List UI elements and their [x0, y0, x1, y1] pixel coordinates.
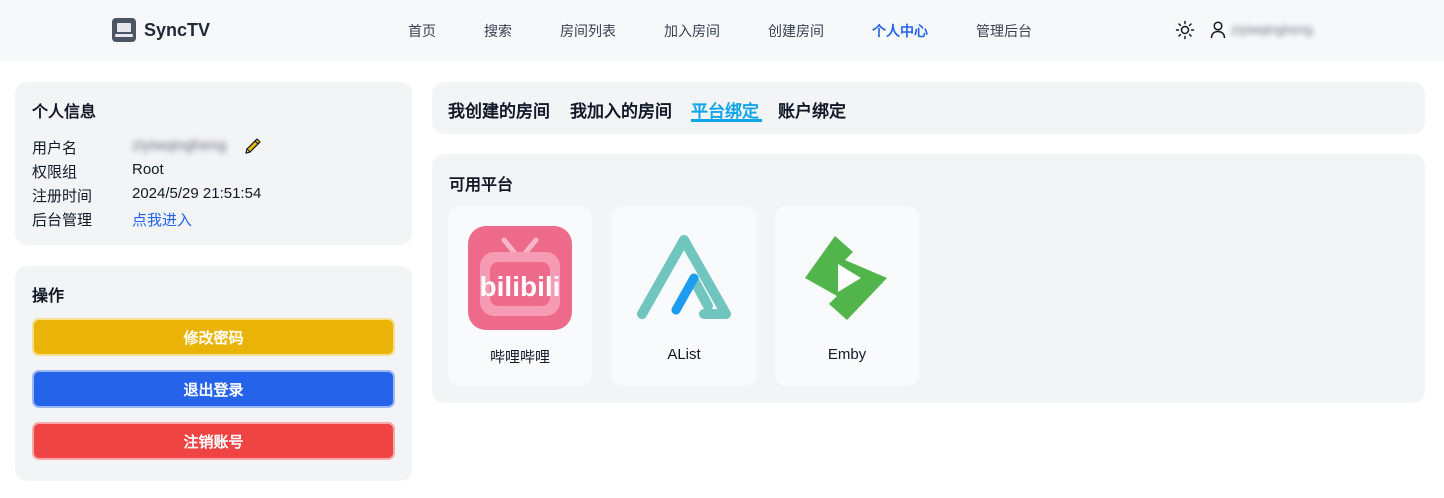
active-tab-indicator [691, 119, 762, 122]
nav-item-room-list[interactable]: 房间列表 [560, 21, 616, 41]
username-value: ziyiwqingheng [132, 137, 227, 154]
group-value: Root [132, 161, 164, 178]
pencil-icon[interactable] [243, 136, 263, 156]
nav-item-home[interactable]: 首页 [408, 21, 436, 41]
nav-item-admin[interactable]: 管理后台 [976, 21, 1032, 41]
registered-label: 注册时间 [32, 188, 93, 205]
admin-label: 后台管理 [32, 212, 93, 229]
main-nav: 首页 搜索 房间列表 加入房间 创建房间 个人中心 管理后台 [0, 0, 1444, 61]
svg-text:bilibili: bilibili [480, 271, 561, 302]
platform-label-alist: AList [667, 346, 701, 363]
nav-item-join-room[interactable]: 加入房间 [664, 21, 720, 41]
group-label: 权限组 [32, 164, 78, 181]
platform-label-bilibili: 哔哩哔哩 [489, 349, 550, 366]
nav-item-create-room[interactable]: 创建房间 [768, 21, 824, 41]
group-row: 权限组 Root [32, 161, 164, 182]
registered-row: 注册时间 2024/5/29 21:51:54 [32, 185, 261, 206]
admin-row: 后台管理 点我进入 [32, 209, 192, 230]
personal-info-title: 个人信息 [32, 104, 97, 121]
nav-item-profile[interactable]: 个人中心 [872, 21, 928, 41]
tab-account-binding[interactable]: 账户绑定 [778, 97, 846, 122]
platforms-card: 可用平台 bilibili 哔哩哔哩 AList Emby [432, 154, 1425, 403]
platform-alist[interactable]: AList [612, 206, 756, 386]
admin-link[interactable]: 点我进入 [132, 209, 192, 230]
tabs-card: 我创建的房间 我加入的房间 平台绑定 账户绑定 [432, 82, 1425, 134]
platforms-title: 可用平台 [449, 177, 514, 194]
personal-info-card: 个人信息 用户名 ziyiwqingheng 权限组 Root 注册时间 202… [15, 82, 412, 245]
top-navbar: SyncTV 首页 搜索 房间列表 加入房间 创建房间 个人中心 管理后台 zi… [0, 0, 1444, 61]
user-icon[interactable] [1210, 21, 1226, 39]
nav-username[interactable]: ziyiwqingheng [1231, 22, 1313, 37]
username-row: 用户名 ziyiwqingheng [32, 137, 226, 158]
tab-created-rooms[interactable]: 我创建的房间 [448, 97, 550, 122]
operations-card: 操作 修改密码 退出登录 注销账号 [15, 266, 412, 481]
platform-bilibili[interactable]: bilibili 哔哩哔哩 [448, 206, 592, 386]
emby-logo [805, 236, 887, 320]
nav-item-search[interactable]: 搜索 [484, 21, 512, 41]
sun-icon[interactable] [1175, 20, 1195, 40]
operations-title: 操作 [32, 288, 65, 305]
bilibili-logo: bilibili [468, 226, 572, 330]
username-label: 用户名 [32, 140, 78, 157]
platform-emby[interactable]: Emby [775, 206, 919, 386]
tab-joined-rooms[interactable]: 我加入的房间 [570, 97, 672, 122]
change-password-button[interactable]: 修改密码 [32, 318, 395, 356]
alist-logo [637, 235, 731, 319]
logout-button[interactable]: 退出登录 [32, 370, 395, 408]
platform-label-emby: Emby [827, 346, 867, 363]
delete-account-button[interactable]: 注销账号 [32, 422, 395, 460]
registered-value: 2024/5/29 21:51:54 [132, 185, 262, 202]
